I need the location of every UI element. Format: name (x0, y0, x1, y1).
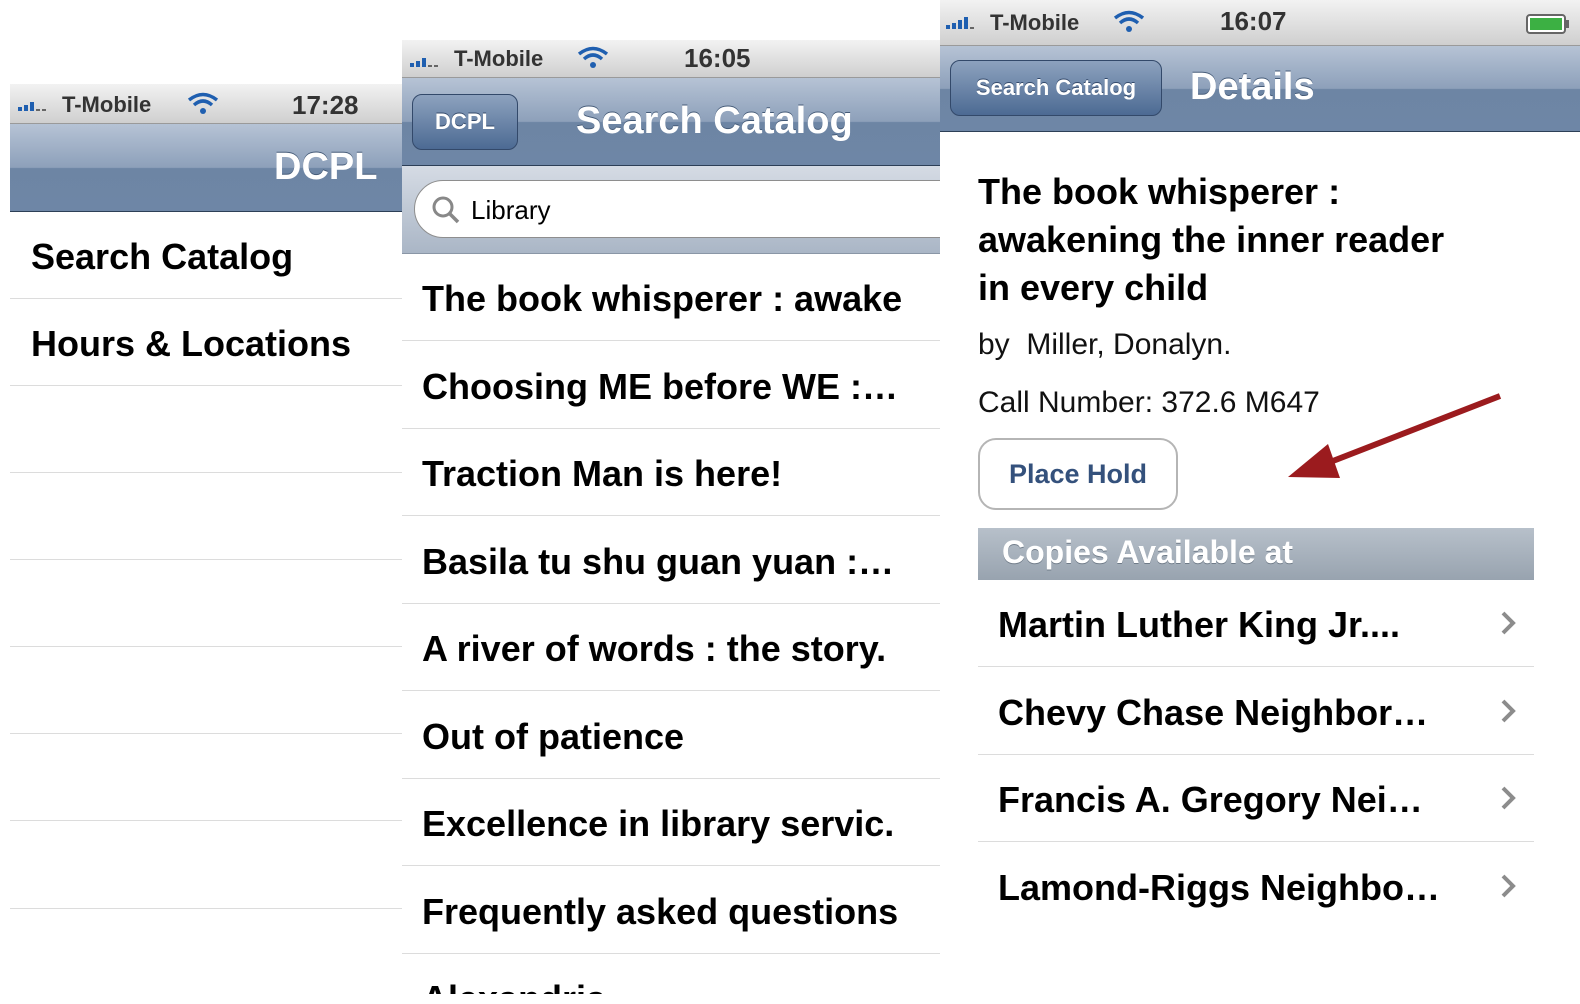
nav-title: DCPL (274, 146, 378, 188)
branch-name: Francis A. Gregory Nei… (998, 779, 1423, 820)
result-row[interactable]: Frequently asked questions (402, 867, 940, 954)
call-number: Call Number: 372.6 M647 (978, 386, 1320, 419)
search-icon (431, 195, 461, 230)
result-row[interactable]: Traction Man is here! (402, 429, 940, 516)
branch-row[interactable]: Francis A. Gregory Nei… (978, 755, 1534, 842)
copies-section-title: Copies Available at (1002, 534, 1294, 570)
result-title: Frequently asked questions (422, 890, 899, 932)
nav-title: Search Catalog (576, 100, 853, 142)
place-hold-button[interactable]: Place Hold (978, 438, 1178, 510)
branch-name: Martin Luther King Jr.... (998, 604, 1401, 645)
wifi-icon (1112, 10, 1146, 39)
status-bar: T-Mobile 17:28 (10, 84, 402, 124)
screen-details: T-Mobile 16:07 Search Catalog Details Th… (940, 0, 1580, 960)
menu-item-label: Hours & Locations (31, 323, 352, 364)
menu-item-hours-locations[interactable]: Hours & Locations (10, 299, 402, 386)
empty-row (10, 821, 402, 909)
result-row[interactable]: Choosing ME before WE :… (402, 342, 940, 429)
book-author: by Miller, Donalyn. (978, 328, 1232, 361)
nav-bar: DCPL Search Catalog (402, 78, 940, 166)
search-bar: Library (402, 166, 940, 254)
wifi-icon (186, 92, 220, 121)
result-row[interactable]: Out of patience (402, 692, 940, 779)
result-row[interactable]: Excellence in library servic. (402, 779, 940, 866)
status-time: 17:28 (292, 90, 359, 120)
result-row[interactable]: A river of words : the story. (402, 604, 940, 691)
empty-row (10, 647, 402, 734)
book-title-line: The book whisperer : (978, 171, 1341, 212)
result-title: Alexandria (422, 978, 606, 994)
result-row[interactable]: The book whisperer : awake (402, 254, 940, 341)
chevron-right-icon (1500, 610, 1516, 641)
wifi-icon (576, 46, 610, 75)
empty-row (10, 473, 402, 560)
back-button-label: DCPL (435, 109, 495, 134)
carrier-label: T-Mobile (990, 10, 1080, 35)
branch-row[interactable]: Chevy Chase Neighbor… (978, 668, 1534, 755)
status-bar: T-Mobile 16:07 (940, 0, 1580, 46)
carrier-label: T-Mobile (454, 46, 544, 71)
search-input-value: Library (471, 195, 551, 225)
signal-bars-icon (946, 14, 982, 35)
back-button-search-catalog[interactable]: Search Catalog (950, 60, 1162, 116)
result-title: A river of words : the story. (422, 628, 887, 669)
nav-bar: Search Catalog Details (940, 46, 1580, 132)
empty-row (10, 734, 402, 821)
book-title: The book whisperer : awakening the inner… (978, 168, 1558, 312)
result-title: Basila tu shu guan yuan :… (422, 540, 895, 582)
search-input[interactable]: Library (414, 180, 940, 238)
nav-bar: DCPL (10, 124, 402, 212)
branch-row[interactable]: Lamond-Riggs Neighbo… (978, 843, 1534, 930)
status-bar: T-Mobile 16:05 (402, 40, 940, 78)
result-title: Excellence in library servic. (422, 803, 895, 844)
book-title-line: in every child (978, 267, 1209, 308)
signal-bars-icon (410, 52, 446, 73)
empty-row (10, 560, 402, 647)
chevron-right-icon (1500, 873, 1516, 904)
battery-icon (1526, 14, 1570, 39)
back-button-label: Search Catalog (975, 75, 1137, 100)
screen-dcpl-home: T-Mobile 17:28 DCPL Search Catalog Hours… (10, 84, 402, 994)
back-button-dcpl[interactable]: DCPL (412, 94, 518, 150)
screen-search-catalog: T-Mobile 16:05 DCPL Search Catalog Libra… (402, 40, 940, 994)
empty-row (10, 386, 402, 473)
carrier-label: T-Mobile (62, 92, 152, 117)
chevron-right-icon (1500, 698, 1516, 729)
result-title: Out of patience (422, 715, 685, 757)
result-title: Traction Man is here! (422, 453, 783, 494)
result-title: Choosing ME before WE :… (422, 365, 898, 407)
nav-title: Details (1190, 66, 1315, 108)
branch-row[interactable]: Martin Luther King Jr.... (978, 580, 1534, 667)
result-row[interactable]: Alexandria (402, 954, 940, 994)
status-time: 16:05 (684, 43, 751, 73)
status-time: 16:07 (1220, 6, 1287, 36)
branch-name: Chevy Chase Neighbor… (998, 691, 1429, 733)
menu-item-label: Search Catalog (31, 236, 294, 277)
book-title-line: awakening the inner reader (978, 219, 1445, 260)
menu-item-search-catalog[interactable]: Search Catalog (10, 212, 402, 299)
annotation-arrow (1288, 393, 1502, 478)
copies-section-header: Copies Available at (978, 528, 1534, 580)
branch-name: Lamond-Riggs Neighbo… (998, 866, 1440, 908)
chevron-right-icon (1500, 785, 1516, 816)
result-row[interactable]: Basila tu shu guan yuan :… (402, 517, 940, 604)
result-title: The book whisperer : awake (422, 278, 903, 319)
signal-bars-icon (18, 96, 54, 117)
place-hold-label: Place Hold (1008, 459, 1148, 489)
